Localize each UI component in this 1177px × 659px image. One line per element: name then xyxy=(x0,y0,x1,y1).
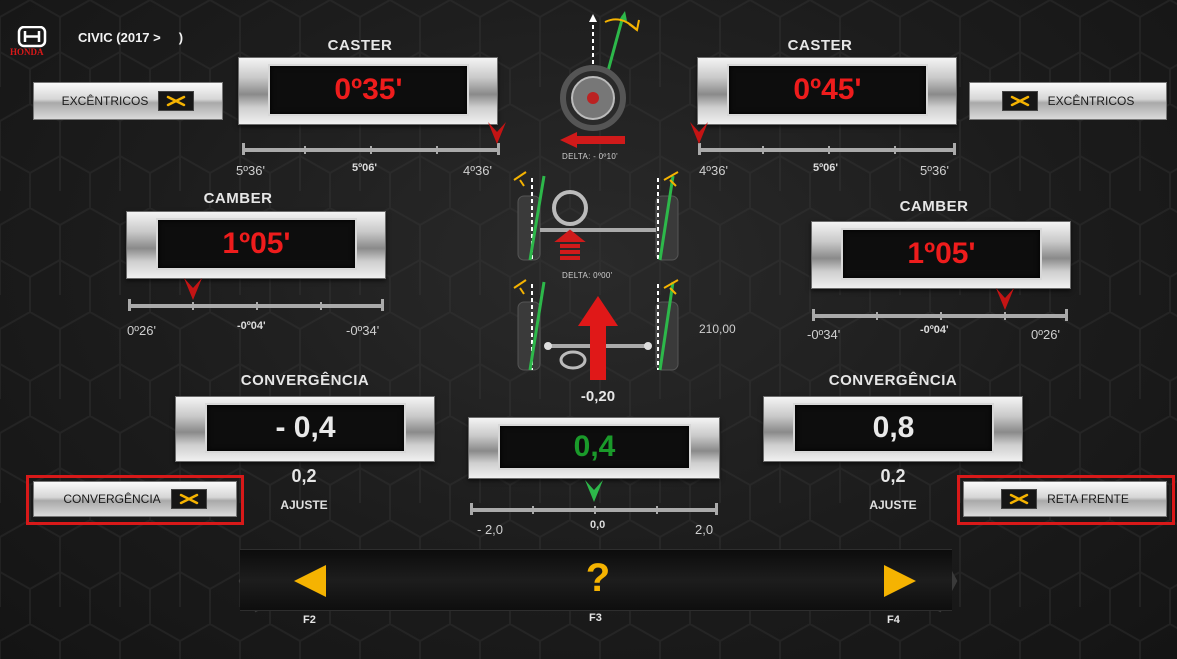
right-camber-scale-mid: -0º04' xyxy=(920,324,949,336)
left-toe-value: - 0,4 xyxy=(205,403,406,453)
camber-axle-graphic xyxy=(513,171,679,261)
thrust-angle-value: -0,20 xyxy=(580,388,616,405)
right-caster-indicator-icon xyxy=(690,122,708,144)
left-eccentric-button[interactable]: EXCÊNTRICOS xyxy=(33,82,223,120)
right-camber-scale-right: 0º26' xyxy=(1031,327,1060,342)
arrow-left-icon xyxy=(294,565,326,597)
total-toe-scale-mid: 0,0 xyxy=(590,519,606,531)
left-camber-title: CAMBER xyxy=(203,190,273,207)
right-eccentric-button[interactable]: EXCÊNTRICOS xyxy=(969,82,1167,120)
left-caster-scale-left: 5º36' xyxy=(236,163,265,178)
straight-ahead-label: RETA FRENTE xyxy=(1047,492,1129,506)
left-toe-button[interactable]: CONVERGÊNCIA xyxy=(33,481,237,517)
right-caster-scale-mid: 5º06' xyxy=(813,162,838,174)
right-camber-title: CAMBER xyxy=(899,198,969,215)
left-toe-display: - 0,4 xyxy=(175,396,435,462)
left-camber-scale xyxy=(128,278,384,311)
right-caster-value: 0º45' xyxy=(727,64,928,116)
key-f3-label: F3 xyxy=(589,612,602,624)
wrench-icon xyxy=(158,91,195,111)
steering-value: 210,00 xyxy=(699,322,736,336)
toe-axle-graphic xyxy=(513,279,679,380)
total-toe-value: 0,4 xyxy=(498,424,691,470)
left-caster-scale-mid: 5º06' xyxy=(352,162,377,174)
left-caster-scale xyxy=(242,122,506,155)
arrow-right-icon xyxy=(884,565,916,597)
right-camber-value: 1º05' xyxy=(841,228,1042,280)
previous-button[interactable] xyxy=(290,561,330,601)
left-eccentric-label: EXCÊNTRICOS xyxy=(61,94,149,108)
left-camber-scale-mid: -0º04' xyxy=(237,320,266,332)
vehicle-model: CIVIC (2017 > ) xyxy=(78,30,184,45)
right-camber-scale-left: -0º34' xyxy=(807,327,841,342)
right-toe-title: CONVERGÊNCIA xyxy=(828,372,958,389)
right-caster-scale-right: 5º36' xyxy=(920,163,949,178)
total-toe-display: 0,4 xyxy=(468,417,720,479)
left-toe-title: CONVERGÊNCIA xyxy=(240,372,370,389)
left-caster-scale-right: 4º36' xyxy=(463,163,492,178)
right-eccentric-label: EXCÊNTRICOS xyxy=(1047,94,1135,108)
key-f2-label: F2 xyxy=(303,614,316,626)
right-caster-display: 0º45' xyxy=(697,57,957,125)
total-toe-scale-left: - 2,0 xyxy=(477,522,504,537)
left-caster-display: 0º35' xyxy=(238,57,498,125)
right-caster-scale xyxy=(690,122,956,155)
right-caster-title: CASTER xyxy=(787,37,853,54)
right-adjust-label: AJUSTE xyxy=(869,498,917,512)
left-toe-button-label: CONVERGÊNCIA xyxy=(63,492,161,506)
next-button[interactable] xyxy=(880,561,920,601)
left-adjust-label: AJUSTE xyxy=(280,498,328,512)
left-caster-value: 0º35' xyxy=(268,64,469,116)
left-camber-value: 1º05' xyxy=(156,218,357,270)
right-caster-scale-left: 4º36' xyxy=(699,163,728,178)
right-toe-value: 0,8 xyxy=(793,403,994,453)
left-toe-sub-value: 0,2 xyxy=(291,466,317,486)
caster-wheel-graphic xyxy=(560,11,640,148)
total-toe-scale-right: 2,0 xyxy=(695,522,714,537)
total-toe-indicator-icon xyxy=(585,480,603,502)
right-camber-display: 1º05' xyxy=(811,221,1071,289)
wrench-icon xyxy=(170,489,207,509)
right-toe-display: 0,8 xyxy=(763,396,1023,462)
left-camber-indicator-icon xyxy=(184,278,202,300)
key-f4-label: F4 xyxy=(887,614,900,626)
honda-logo: HONDA xyxy=(10,25,66,60)
brand-text: HONDA xyxy=(10,47,44,57)
right-camber-scale xyxy=(812,288,1068,321)
left-camber-scale-right: -0º34' xyxy=(346,323,380,338)
right-toe-sub-value: 0,2 xyxy=(880,466,906,486)
left-camber-display: 1º05' xyxy=(126,211,386,279)
right-camber-indicator-icon xyxy=(996,288,1014,310)
total-toe-scale xyxy=(470,480,718,515)
wrench-icon xyxy=(1001,489,1038,509)
straight-ahead-button[interactable]: RETA FRENTE xyxy=(963,481,1167,517)
wrench-icon xyxy=(1001,91,1038,111)
left-camber-scale-left: 0º26' xyxy=(127,323,156,338)
left-caster-indicator-icon xyxy=(488,122,506,144)
left-caster-title: CASTER xyxy=(327,37,393,54)
caster-delta: DELTA: - 0º10' xyxy=(562,152,618,161)
help-button[interactable]: ? xyxy=(578,555,618,601)
